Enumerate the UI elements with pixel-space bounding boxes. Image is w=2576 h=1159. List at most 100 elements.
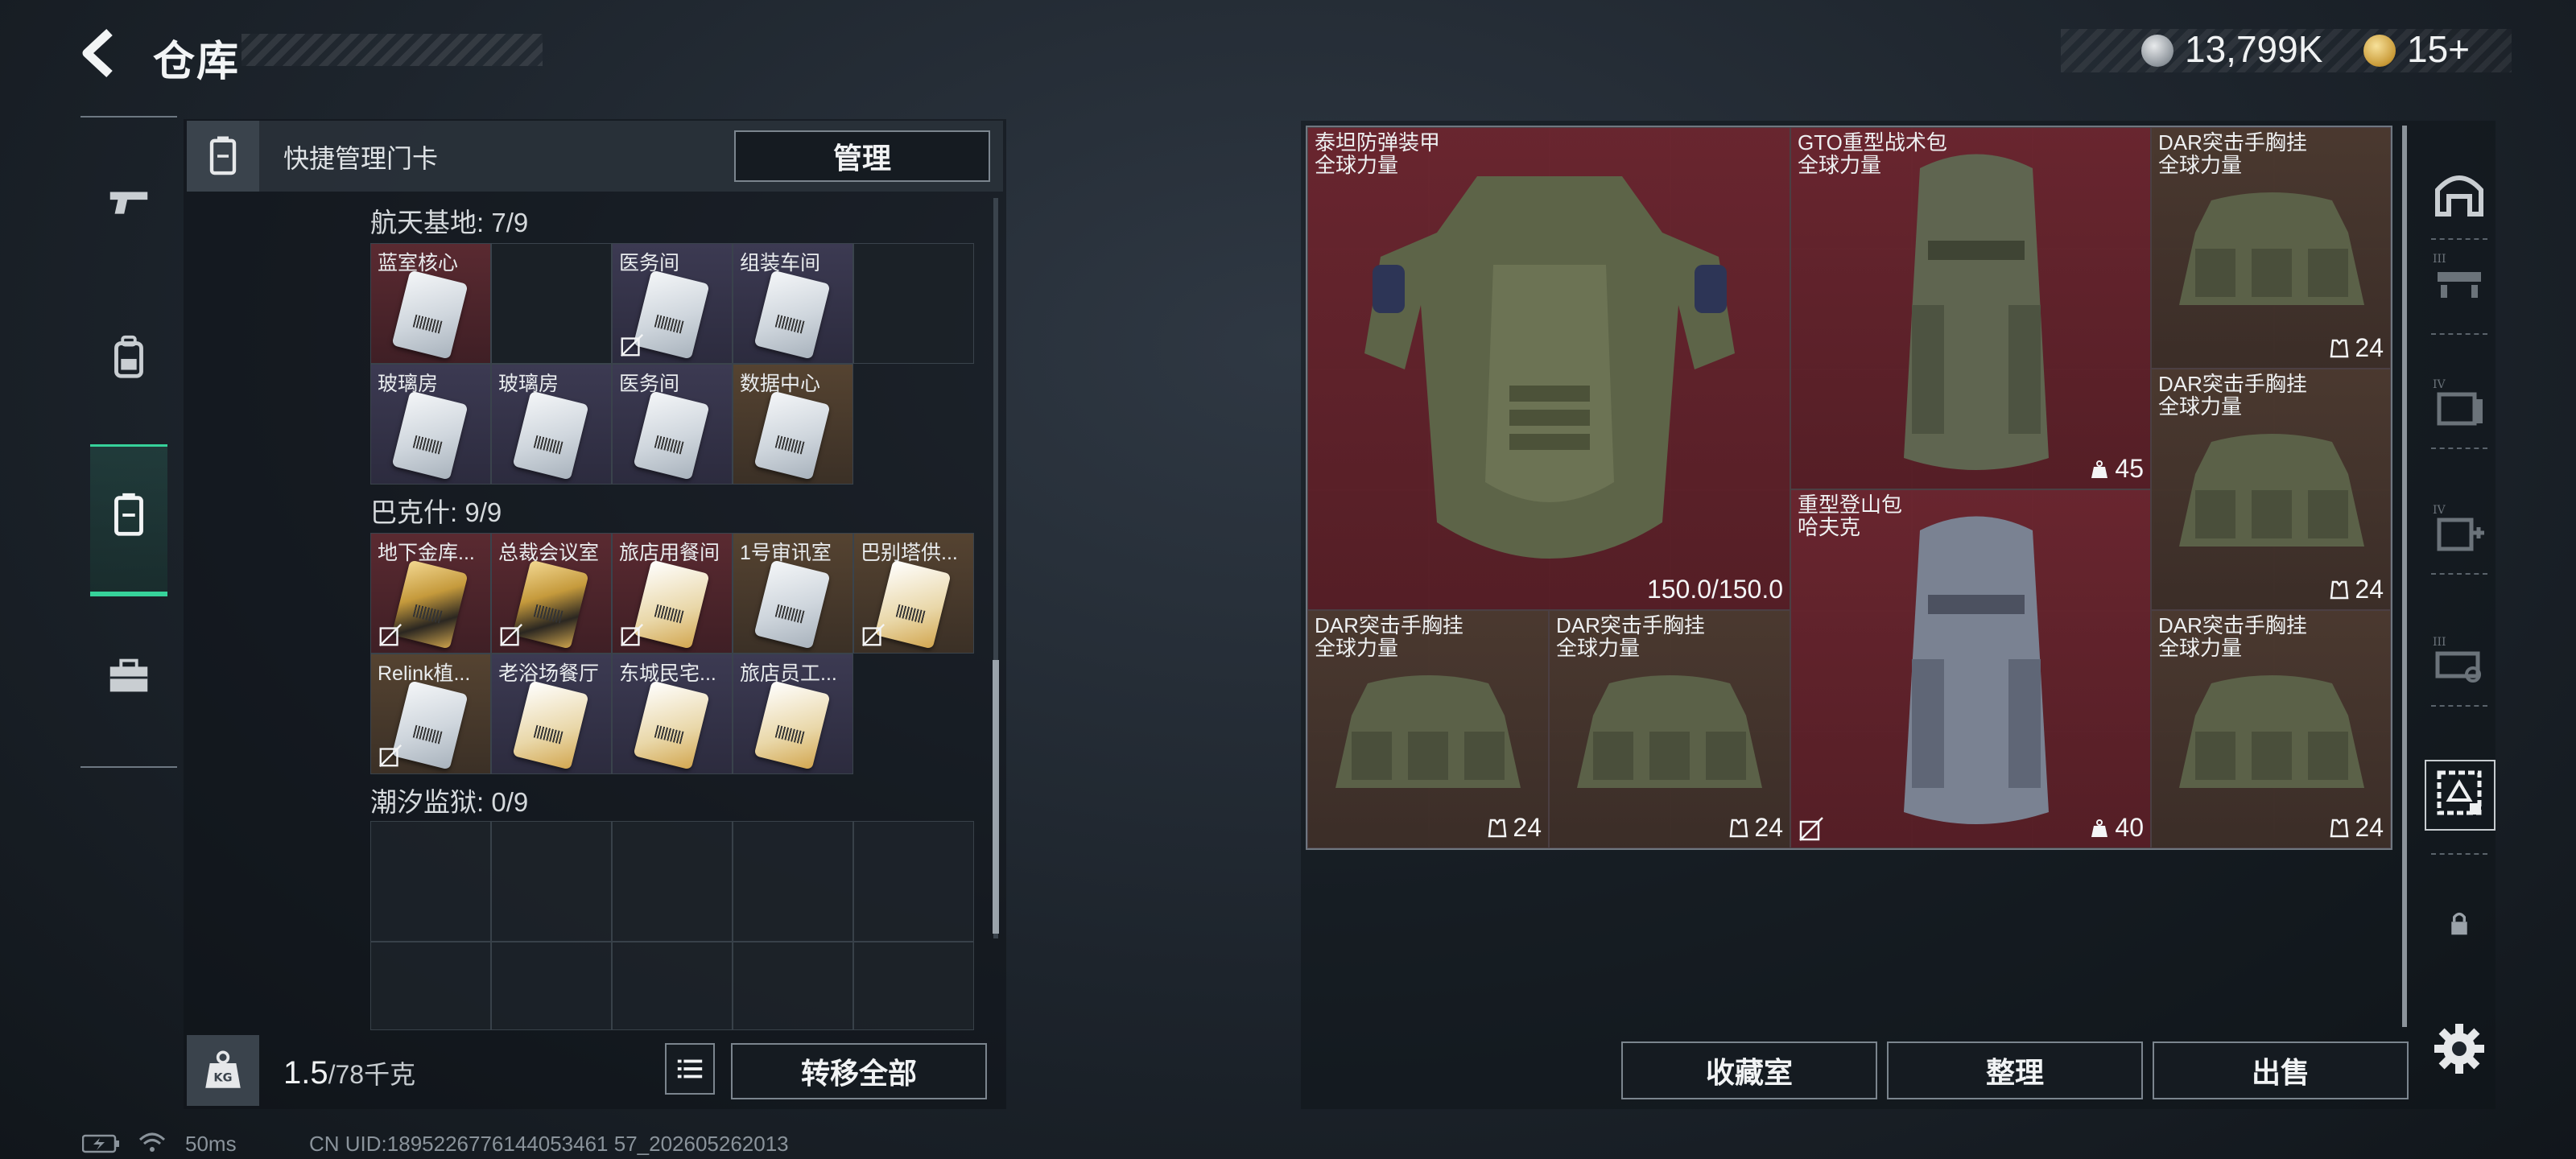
unlinked-icon [861,623,886,647]
keycard-name: 玻璃房 [498,373,559,395]
item-armor[interactable]: 泰坦防弹装甲 全球力量 150.0/150.0 [1307,127,1790,610]
keycard-slot[interactable]: 医务间 [612,243,733,364]
keycard-slot[interactable]: 玻璃房 [370,364,491,485]
capacity-value: 45 [2115,454,2144,483]
empty-slot[interactable] [370,942,491,1030]
vest-icon [2330,819,2349,837]
wifi-icon [138,1132,166,1152]
silver-coin-icon [2141,35,2174,67]
sidebar-item-pistol[interactable] [89,171,169,235]
unlinked-icon [620,623,644,647]
keycard-image [512,680,589,770]
empty-slot[interactable] [491,821,612,942]
keycard-grid-aerospace: 蓝室核心 医务间 组装车间 玻璃房 玻璃房 医务间 数据中心 [370,243,974,485]
keycard-name: 巴别塔供... [861,542,958,564]
rail-weapon-bench[interactable]: III [2423,241,2496,314]
rail-keycard-manage[interactable] [2423,757,2496,829]
back-button[interactable] [74,24,126,82]
empty-slot[interactable] [853,821,974,942]
sidebar-item-keycard[interactable] [89,483,169,547]
quick-manage-keycard-icon [187,121,259,192]
keycard-slot[interactable]: 玻璃房 [491,364,612,485]
item-dar-chest-rig[interactable]: DAR突击手胸挂 全球力量 24 [2151,369,2391,610]
storage-icon: IV [2433,378,2483,426]
sidebar-item-toolbox[interactable] [89,644,169,708]
item-dar-chest-rig[interactable]: DAR突击手胸挂 全球力量 24 [2151,127,2391,369]
empty-slot[interactable] [853,942,974,1030]
chevron-left-icon [82,28,113,78]
sell-button[interactable]: 出售 [2153,1041,2409,1099]
tactical-pack-image [1904,154,2049,470]
collection-room-button[interactable]: 收藏室 [1621,1041,1877,1099]
keycard-name: 旅店用餐间 [619,542,720,564]
stash-scrollbar[interactable] [2402,126,2407,1027]
item-capacity: 24 [2329,333,2384,363]
item-faction: 全球力量 [1556,636,1641,660]
lock-icon [2451,912,2467,935]
rail-divider [2431,448,2487,449]
empty-slot[interactable] [370,821,491,942]
item-name: DAR突击手胸挂 [1556,613,1705,637]
empty-slot[interactable] [491,243,612,364]
empty-slot[interactable] [853,243,974,364]
rail-workbench[interactable]: III [2423,625,2496,697]
keycard-icon [114,493,143,536]
keycard-image [753,680,831,770]
transfer-all-button[interactable]: 转移全部 [731,1043,987,1099]
list-view-button[interactable] [665,1043,715,1095]
empty-slot[interactable] [491,942,612,1030]
rail-divider [2431,333,2487,335]
settings-button[interactable] [2423,1013,2496,1085]
item-dar-chest-rig[interactable]: DAR突击手胸挂 全球力量 24 [2151,610,2391,848]
manage-button[interactable]: 管理 [734,130,990,182]
keycard-name: 数据中心 [740,373,821,395]
rail-divider [2431,238,2487,240]
empty-slot[interactable] [733,821,853,942]
item-dar-chest-rig[interactable]: DAR突击手胸挂 全球力量 24 [1307,610,1549,848]
item-durability: 150.0/150.0 [1647,575,1783,604]
keycard-slot[interactable]: 老浴场餐厅 [491,654,612,774]
rail-safehouse[interactable] [2423,158,2496,230]
keycard-grid-bakesh: 地下金库... 总裁会议室 旅店用餐间 1号审讯室 巴别塔供... Relink植... 老… [370,533,974,774]
body-armor-image [1364,176,1735,559]
unlinked-icon [378,744,402,768]
keycard-name: 医务间 [619,252,680,274]
empty-slot[interactable] [733,942,853,1030]
keycard-slot[interactable]: 巴别塔供... [853,533,974,654]
item-capacity: 24 [2329,813,2384,843]
keycard-slot[interactable]: 东城民宅... [612,654,733,774]
keycard-slot[interactable]: 蓝室核心 [370,243,491,364]
sidebar-item-backpack[interactable] [89,325,169,390]
unlinked-icon [1799,817,1823,841]
keycard-slot[interactable]: 旅店用餐间 [612,533,733,654]
keycard-scroll-thumb[interactable] [993,660,999,934]
item-faction: 全球力量 [2158,636,2243,660]
item-mountain-pack[interactable]: 重型登山包 哈夫克 40 [1790,489,2151,848]
keycard-slot[interactable]: Relink植... [370,654,491,774]
rail-lock[interactable] [2423,887,2496,959]
keycard-slot[interactable]: 1号审讯室 [733,533,853,654]
organize-button[interactable]: 整理 [1887,1041,2143,1099]
keycard-slot[interactable]: 地下金库... [370,533,491,654]
empty-slot[interactable] [612,942,733,1030]
rail-medical[interactable]: IV [2423,493,2496,565]
keycard-slot[interactable]: 总裁会议室 [491,533,612,654]
keycard-slot[interactable]: 数据中心 [733,364,853,485]
item-dar-chest-rig[interactable]: DAR突击手胸挂 全球力量 24 [1549,610,1790,848]
keycard-image [633,390,710,481]
item-faction: 全球力量 [2158,394,2243,419]
carry-weight: 1.5/78千克 [283,1054,415,1091]
rail-storage[interactable]: IV [2423,367,2496,439]
item-capacity: 45 [2089,454,2144,484]
list-icon [677,1059,703,1079]
keycard-slot[interactable]: 医务间 [612,364,733,485]
capacity-value: 40 [2115,813,2144,842]
keycard-image [391,270,469,360]
item-gto-pack[interactable]: GTO重型战术包 全球力量 45 [1790,127,2151,489]
keycard-slot[interactable]: 旅店员工... [733,654,853,774]
keycard-name: 蓝室核心 [378,252,459,274]
keycard-slot[interactable]: 组装车间 [733,243,853,364]
item-capacity: 24 [1487,813,1542,843]
empty-slot[interactable] [612,821,733,942]
item-faction: 全球力量 [1798,153,1882,177]
